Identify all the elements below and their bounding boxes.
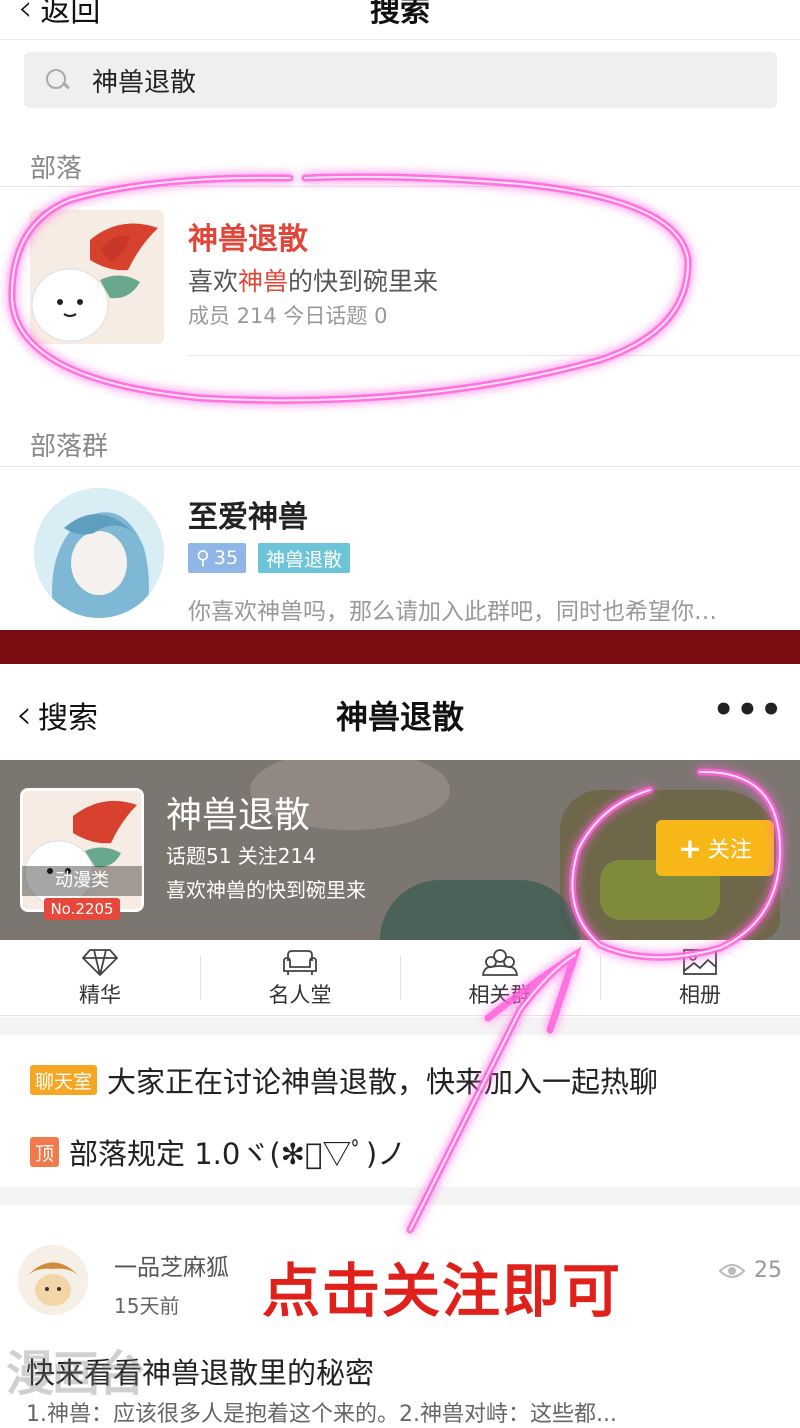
member-count: 35 (213, 547, 239, 569)
search-icon (44, 67, 70, 93)
tribe-nav-bar: ‹ 搜索 神兽退散 ••• (0, 664, 800, 760)
section-gap (0, 1187, 800, 1205)
tribe-tag-badge: 神兽退散 (258, 543, 351, 573)
screenshot-separator (0, 630, 800, 664)
avatar[interactable] (18, 1245, 88, 1315)
view-count: 25 (754, 1258, 782, 1283)
member-count-badge: ⚲ 35 (188, 543, 247, 573)
post-time: 15天前 (114, 1294, 180, 1318)
rank-badge: No.2205 (44, 898, 120, 920)
person-icon: ⚲ (196, 547, 210, 569)
watermark: 漫画台 (6, 1346, 146, 1402)
follow-button[interactable]: + 关注 (656, 820, 774, 876)
group-desc: 你喜欢神兽吗，那么请加入此群吧，同时也希望你… (188, 599, 717, 625)
post-author[interactable]: 一品芝麻狐 (114, 1248, 229, 1282)
search-query: 神兽退散 (92, 67, 197, 98)
sofa-icon (283, 949, 317, 975)
chatroom-tag: 聊天室 (30, 1065, 98, 1095)
tab-related-groups[interactable]: 相关群 (400, 940, 600, 1015)
chatroom-notice[interactable]: 聊天室 大家正在讨论神兽退散，快来加入一起热聊 (30, 1059, 658, 1101)
top-nav-bar: ‹ 返回 搜索 (0, 0, 800, 40)
tribe-meta: 成员 214 今日话题 0 (188, 304, 388, 328)
pinned-notice[interactable]: 顶 部落规定 1.0ヾ(✻ﾟ▽ﾟ)ノ (30, 1131, 406, 1173)
post-views: 25 (718, 1258, 782, 1283)
tab-label: 精华 (79, 982, 121, 1007)
tab-label: 相关群 (468, 982, 532, 1007)
page-title: 搜索 (370, 0, 430, 29)
tribe-desc-prefix: 喜欢 (188, 267, 239, 296)
group-avatar (34, 488, 164, 618)
annotation-text: 点击关注即可 (262, 1257, 623, 1325)
diamond-icon (81, 948, 119, 976)
tab-album[interactable]: 相册 (600, 940, 800, 1015)
follow-label: 关注 (707, 838, 752, 863)
divider (0, 466, 800, 467)
search-input[interactable]: 神兽退散 (24, 52, 777, 108)
group-icon (481, 948, 519, 976)
notice-text: 大家正在讨论神兽退散，快来加入一起热聊 (107, 1065, 659, 1099)
tab-essence[interactable]: 精华 (0, 940, 200, 1015)
category-label: 动漫类 (22, 866, 142, 896)
page-title: 神兽退散 (335, 698, 464, 736)
tab-label: 相册 (679, 982, 721, 1007)
banner-decoration (380, 880, 580, 940)
section-header-tribe: 部落 (30, 154, 83, 184)
notice-text: 部落规定 1.0ヾ(✻ﾟ▽ﾟ)ノ (69, 1137, 407, 1171)
section-gap (0, 1017, 800, 1035)
tab-hall-of-fame[interactable]: 名人堂 (200, 940, 400, 1015)
section-header-group: 部落群 (30, 432, 109, 462)
tribe-stats: 话题51 关注214 (166, 844, 316, 868)
divider (188, 355, 800, 356)
notice-list: 聊天室 大家正在讨论神兽退散，快来加入一起热聊 顶 部落规定 1.0ヾ(✻ﾟ▽ﾟ… (0, 1035, 800, 1187)
tribe-desc: 喜欢神兽的快到碗里来 (166, 878, 366, 902)
tribe-name: 神兽退散 (166, 795, 311, 836)
pinned-tag: 顶 (30, 1137, 60, 1167)
tribe-avatar (30, 210, 164, 344)
tribe-tabs: 精华 名人堂 相关群 相册 (0, 940, 800, 1016)
tribe-name: 神兽退散 (188, 222, 308, 257)
more-menu-icon[interactable]: ••• (713, 690, 784, 730)
eye-icon (718, 1263, 746, 1278)
plus-icon: + (678, 831, 702, 865)
search-results-screen: ‹ 返回 搜索 神兽退散 部落 神兽退散 喜欢神兽的快到碗里来 成员 214 今… (0, 0, 800, 630)
divider (0, 186, 800, 187)
tribe-desc-highlight: 神兽 (238, 267, 289, 296)
tribe-desc: 喜欢神兽的快到碗里来 (188, 262, 438, 298)
tab-label: 名人堂 (268, 982, 332, 1007)
group-name: 至爱神兽 (188, 500, 308, 535)
image-icon (683, 948, 717, 975)
tribe-desc-suffix: 的快到碗里来 (288, 267, 439, 296)
